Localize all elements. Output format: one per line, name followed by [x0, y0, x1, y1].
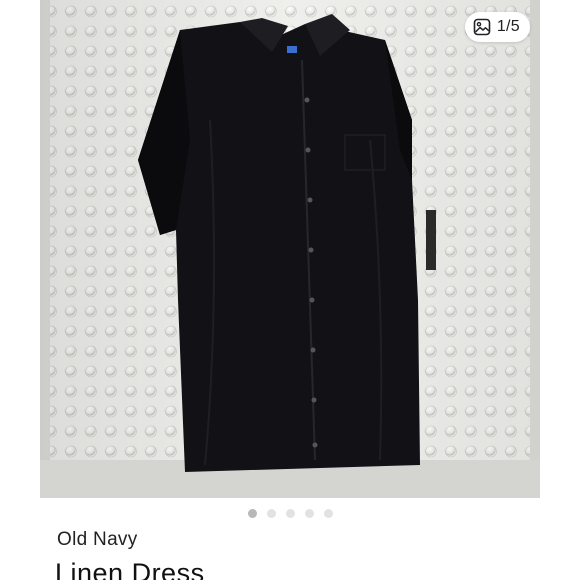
product-photo-image — [40, 0, 540, 498]
image-counter-badge: 1/5 — [464, 12, 530, 42]
pagination-dot-5[interactable] — [323, 509, 333, 518]
listing-viewer: 1/5 Old Navy Linen Dress — [0, 0, 580, 580]
product-photo[interactable] — [40, 0, 540, 498]
image-counter-text: 1/5 — [496, 18, 520, 35]
pagination-dot-1[interactable] — [247, 509, 257, 518]
pagination-dot-2[interactable] — [266, 509, 276, 518]
listing-title: Linen Dress — [55, 558, 205, 580]
brand-link[interactable]: Old Navy — [57, 529, 138, 551]
image-gallery-icon — [473, 18, 491, 36]
pagination-dot-4[interactable] — [304, 509, 314, 518]
pagination-dot-3[interactable] — [285, 509, 295, 518]
image-pagination-dots — [0, 509, 580, 518]
